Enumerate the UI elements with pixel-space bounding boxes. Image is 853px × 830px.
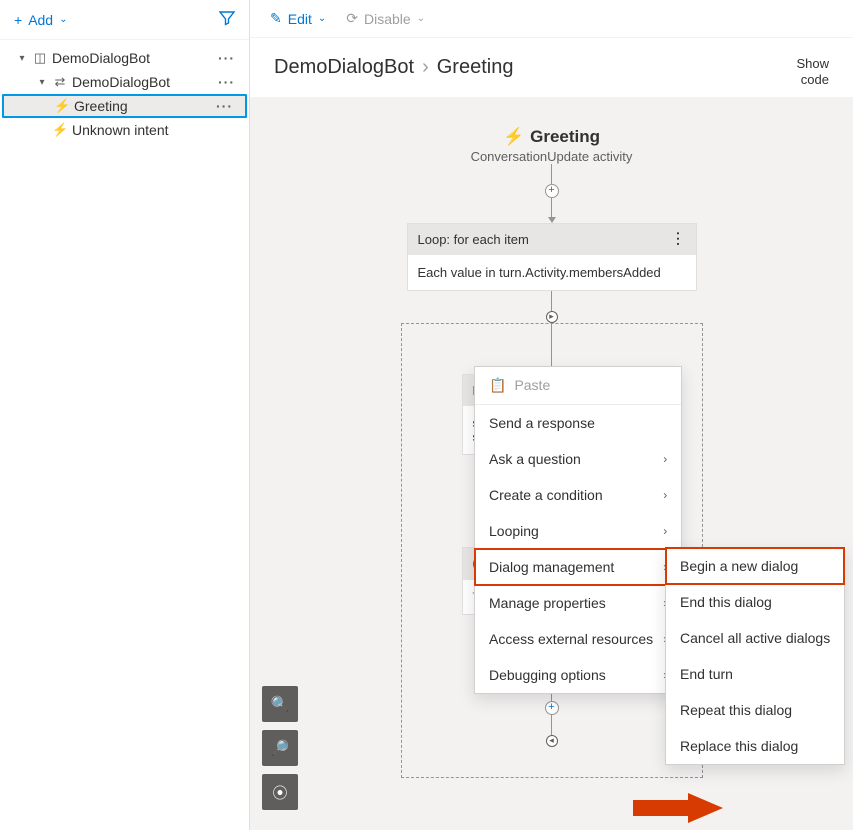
filter-icon	[219, 13, 235, 29]
more-button[interactable]: ···	[210, 98, 239, 114]
chevron-right-icon: ›	[663, 524, 667, 538]
tree-dialog-label: DemoDialogBot	[72, 74, 170, 90]
add-node-button[interactable]: +	[545, 701, 559, 715]
show-code-line2: code	[796, 72, 829, 88]
main-toolbar: ✎ Edit ⌄ ⟳ Disable ⌄	[250, 0, 853, 38]
trigger-title: Greeting	[530, 127, 600, 147]
loop-title: Loop: for each item	[418, 232, 529, 247]
breadcrumb: DemoDialogBot › Greeting	[274, 56, 513, 79]
menu-dialog-management[interactable]: Dialog management ›	[475, 549, 681, 585]
menu-looping[interactable]: Looping ›	[475, 513, 681, 549]
node-connector[interactable]: ◂	[546, 735, 558, 747]
loop-card[interactable]: Loop: for each item ··· Each value in tu…	[407, 223, 697, 291]
submenu-repeat-dialog[interactable]: Repeat this dialog	[666, 692, 844, 728]
add-label: Add	[28, 12, 53, 28]
zoom-controls: 🔍 🔎 ⦿	[262, 686, 298, 810]
sidebar: + Add ⌄ ▾ ◫ DemoDialogBot ··· ▾ ⇄ DemoDi…	[0, 0, 250, 830]
canvas[interactable]: ⚡ Greeting ConversationUpdate activity +…	[250, 97, 853, 830]
trigger-subtitle: ConversationUpdate activity	[471, 149, 633, 164]
edit-button[interactable]: ✎ Edit ⌄	[270, 10, 326, 27]
menu-manage-properties[interactable]: Manage properties ›	[475, 585, 681, 621]
menu-paste-label: Paste	[514, 377, 550, 393]
submenu-end-dialog[interactable]: End this dialog	[666, 584, 844, 620]
tree-root-label: DemoDialogBot	[52, 50, 150, 66]
chevron-down-icon: ⌄	[59, 14, 67, 25]
sidebar-toolbar: + Add ⌄	[0, 0, 249, 40]
chevron-down-icon: ⌄	[318, 13, 326, 24]
lightning-icon: ⚡	[54, 98, 70, 114]
add-button[interactable]: + Add ⌄	[14, 12, 68, 28]
node-connector[interactable]: ▸	[546, 311, 558, 323]
menu-send-response[interactable]: Send a response	[475, 405, 681, 441]
loop-body: Each value in turn.Activity.membersAdded	[408, 255, 696, 290]
breadcrumb-separator: ›	[422, 56, 429, 79]
submenu-begin-dialog[interactable]: Begin a new dialog	[666, 548, 844, 584]
main: ✎ Edit ⌄ ⟳ Disable ⌄ DemoDialogBot › Gre…	[250, 0, 853, 830]
pencil-icon: ✎	[270, 10, 282, 27]
chevron-right-icon: ›	[663, 488, 667, 502]
zoom-out-button[interactable]: 🔎	[262, 730, 298, 766]
more-button[interactable]: ···	[212, 74, 241, 90]
lightning-icon: ⚡	[52, 122, 68, 138]
menu-create-condition[interactable]: Create a condition ›	[475, 477, 681, 513]
chevron-right-icon: ›	[663, 452, 667, 466]
context-menu: 📋 Paste Send a response Ask a question ›…	[474, 366, 682, 694]
tree-trigger-label: Unknown intent	[72, 122, 169, 138]
add-node-button[interactable]: +	[545, 184, 559, 198]
show-code-button[interactable]: Show code	[796, 56, 829, 89]
menu-ask-question[interactable]: Ask a question ›	[475, 441, 681, 477]
menu-access-external[interactable]: Access external resources ›	[475, 621, 681, 657]
edit-label: Edit	[288, 11, 312, 27]
chevron-down-icon: ⌄	[417, 13, 425, 24]
recenter-button[interactable]: ⦿	[262, 774, 298, 810]
chevron-down-icon: ▾	[16, 53, 28, 64]
submenu-dialog-management: Begin a new dialog End this dialog Cance…	[665, 547, 845, 765]
filter-button[interactable]	[219, 10, 235, 29]
disable-label: Disable	[364, 11, 411, 27]
flow-icon: ⇄	[52, 74, 68, 90]
card-more-button[interactable]: ···	[670, 231, 685, 247]
zoom-in-button[interactable]: 🔍	[262, 686, 298, 722]
tree: ▾ ◫ DemoDialogBot ··· ▾ ⇄ DemoDialogBot …	[0, 40, 249, 148]
tree-root[interactable]: ▾ ◫ DemoDialogBot ···	[0, 46, 249, 70]
paste-icon: 📋	[489, 377, 506, 394]
tree-trigger-unknown[interactable]: ⚡ Unknown intent	[0, 118, 249, 142]
breadcrumb-root[interactable]: DemoDialogBot	[274, 56, 414, 79]
lightning-icon: ⚡	[503, 127, 524, 147]
chevron-down-icon: ▾	[36, 77, 48, 88]
submenu-end-turn[interactable]: End turn	[666, 656, 844, 692]
disable-button: ⟳ Disable ⌄	[346, 10, 425, 27]
refresh-icon: ⟳	[346, 10, 358, 27]
trigger-node[interactable]: ⚡ Greeting ConversationUpdate activity	[471, 127, 633, 164]
submenu-cancel-all[interactable]: Cancel all active dialogs	[666, 620, 844, 656]
show-code-line1: Show	[796, 56, 829, 72]
more-button[interactable]: ···	[212, 50, 241, 66]
menu-debugging[interactable]: Debugging options ›	[475, 657, 681, 693]
cube-icon: ◫	[32, 50, 48, 66]
header: DemoDialogBot › Greeting Show code	[250, 38, 853, 97]
menu-paste: 📋 Paste	[475, 367, 681, 404]
tree-trigger-greeting[interactable]: ⚡ Greeting ···	[2, 94, 247, 118]
arrow-annotation	[633, 793, 723, 823]
tree-trigger-label: Greeting	[74, 98, 128, 114]
submenu-replace-dialog[interactable]: Replace this dialog	[666, 728, 844, 764]
plus-icon: +	[14, 12, 22, 28]
tree-dialog[interactable]: ▾ ⇄ DemoDialogBot ···	[0, 70, 249, 94]
breadcrumb-leaf: Greeting	[437, 56, 514, 79]
